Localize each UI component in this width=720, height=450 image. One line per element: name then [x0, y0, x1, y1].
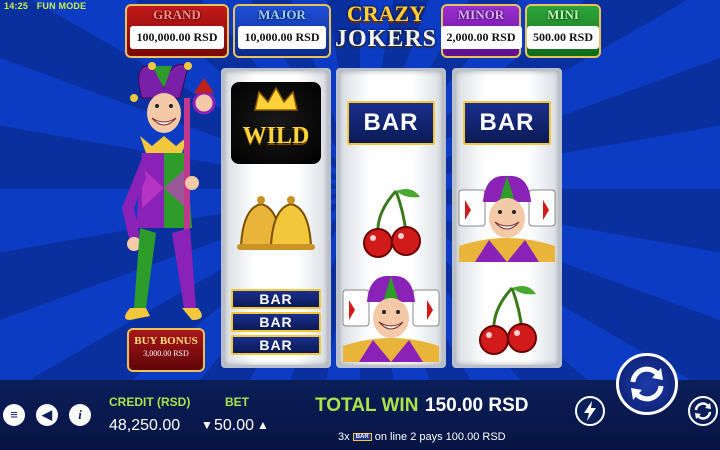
- reel-2: BAR: [336, 68, 446, 368]
- jackpot-major-title: MAJOR: [258, 7, 306, 22]
- bet-label: BET: [225, 395, 249, 409]
- wild-symbol: WILD: [224, 75, 328, 171]
- turbo-button[interactable]: [575, 396, 605, 426]
- jackpot-mini-title: MINI: [547, 7, 579, 22]
- cherry-symbol: [339, 175, 443, 271]
- buy-bonus-button[interactable]: BUY BONUS 3,000.00 RSD: [127, 328, 205, 372]
- triple-bar-symbol: BAR BAR BAR: [224, 281, 328, 365]
- menu-icon[interactable]: ≡: [3, 404, 25, 426]
- total-win-value: 150.00 RSD: [425, 395, 529, 416]
- reel-1: WILD BAR BAR BAR: [221, 68, 331, 368]
- jackpot-mini: MINI 500.00 RSD: [525, 4, 601, 58]
- jackpot-grand-title: GRAND: [153, 7, 201, 22]
- clock-time: 14:25: [4, 1, 29, 11]
- wild-label: WILD: [242, 123, 310, 149]
- jackpot-major-amount: 10,000.00 RSD: [238, 26, 326, 49]
- bar-label: BAR: [347, 101, 435, 145]
- bar-label: BAR: [231, 311, 321, 332]
- autoplay-button[interactable]: [688, 396, 718, 426]
- status-bar: 14:25 FUN MODE: [4, 1, 92, 11]
- jackpot-minor-amount: 2,000.00 RSD: [440, 26, 522, 49]
- total-win-label: TOTAL WIN: [315, 395, 419, 416]
- jackpot-minor-title: MINOR: [457, 7, 505, 22]
- game-mode: FUN MODE: [36, 1, 87, 11]
- joker-card-icon: [458, 175, 556, 262]
- bet-decrease-icon[interactable]: ▼: [201, 418, 213, 432]
- bar-label: BAR: [231, 288, 321, 309]
- jackpot-minor: MINOR 2,000.00 RSD: [440, 4, 522, 58]
- logo-line2: JOKERS: [334, 26, 438, 52]
- credit-label: CREDIT (RSD): [109, 395, 191, 409]
- jackpot-mini-amount: 500.00 RSD: [527, 26, 600, 49]
- cherry-symbol: [455, 275, 559, 365]
- line-win-text: on line 2 pays 100.00 RSD: [374, 431, 506, 443]
- sound-icon[interactable]: ◀: [36, 404, 58, 426]
- crown-icon: [254, 86, 298, 111]
- bells-icon: [237, 196, 315, 250]
- joker-symbol: [455, 169, 559, 267]
- joker-card-icon: [342, 275, 440, 362]
- bar-symbol: BAR: [339, 75, 443, 171]
- lightning-icon: [584, 401, 596, 421]
- spin-button[interactable]: [616, 353, 678, 415]
- bar-label: BAR: [231, 334, 321, 355]
- buy-bonus-price: 3,000.00 RSD: [143, 349, 189, 358]
- bells-symbol: [224, 175, 328, 271]
- spin-arrows-icon: [630, 366, 664, 402]
- buy-bonus-title: BUY BONUS: [134, 335, 198, 347]
- logo-line1: CRAZY: [346, 1, 426, 26]
- jackpot-grand: GRAND 100,000.00 RSD: [125, 4, 229, 58]
- reel-3: BAR: [452, 68, 562, 368]
- autoplay-icon: [694, 402, 712, 420]
- cherry-icon: [479, 286, 537, 355]
- info-icon[interactable]: i: [69, 404, 91, 426]
- line-win-count: 3x: [338, 431, 350, 443]
- line-win-info: 3x BAR on line 2 pays 100.00 RSD: [338, 431, 506, 443]
- bar-symbol: BAR: [455, 75, 559, 171]
- bar-label: BAR: [463, 101, 551, 145]
- jackpot-grand-amount: 100,000.00 RSD: [130, 26, 224, 49]
- bet-value: 50.00: [214, 417, 255, 434]
- cherry-icon: [363, 189, 421, 258]
- bet-increase-icon[interactable]: ▲: [257, 418, 269, 432]
- joker-symbol: [339, 269, 443, 367]
- bar-mini-icon: BAR: [352, 433, 372, 442]
- game-logo: CRAZY JOKERS: [333, 2, 439, 64]
- jackpot-major: MAJOR 10,000.00 RSD: [233, 4, 331, 58]
- credit-value: 48,250.00: [109, 417, 181, 434]
